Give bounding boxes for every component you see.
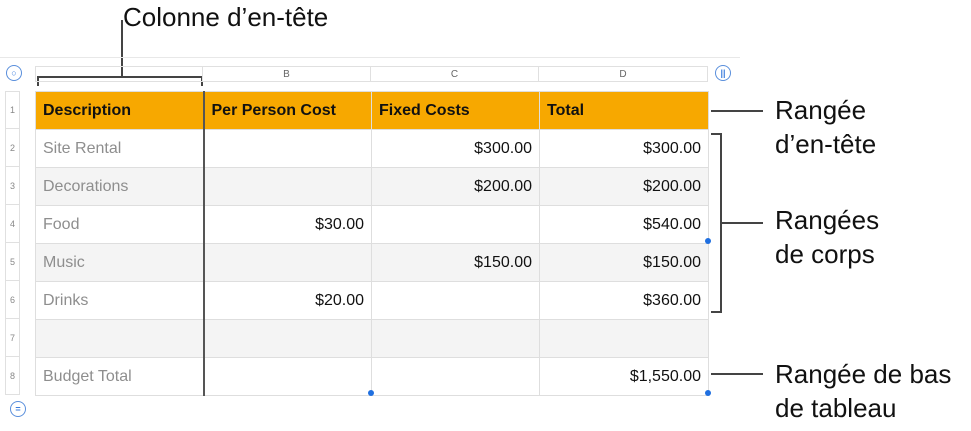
callout-footer-row-line1: Rangée de bas (775, 359, 952, 389)
select-table-button[interactable]: ○ (6, 65, 22, 81)
table-cell[interactable]: $300.00 (539, 129, 709, 168)
body-bracket-top (711, 133, 722, 135)
table-row: Drinks $20.00 $360.00 (35, 281, 709, 320)
callout-header-row-line1: Rangée (775, 95, 867, 125)
footer-cell[interactable] (371, 357, 540, 396)
add-column-icon: || (720, 67, 726, 78)
column-letter-d[interactable]: D (539, 66, 708, 82)
table-cell[interactable]: $300.00 (371, 129, 540, 168)
callout-header-row-line (711, 110, 763, 112)
resize-handle-bottom[interactable] (368, 390, 374, 396)
table-cell[interactable]: Music (35, 243, 205, 282)
budget-table: Description Per Person Cost Fixed Costs … (35, 91, 709, 396)
header-cell-description[interactable]: Description (35, 91, 205, 130)
table-cell[interactable]: Site Rental (35, 129, 205, 168)
callout-header-column: Colonne d’en-tête (123, 2, 329, 32)
header-cell-per-person-cost[interactable]: Per Person Cost (203, 91, 372, 130)
header-cell-fixed-costs[interactable]: Fixed Costs (371, 91, 540, 130)
resize-handle-corner[interactable] (705, 390, 711, 396)
row-number[interactable]: 6 (5, 281, 20, 319)
table-cell[interactable] (371, 319, 540, 358)
row-header-bar: 1 2 3 4 5 6 7 8 (5, 91, 20, 395)
body-bracket-bottom (711, 311, 722, 313)
column-header-bar: B C D (35, 66, 708, 82)
add-row-button[interactable]: = (10, 401, 26, 417)
table-row (35, 319, 709, 358)
footer-cell[interactable] (203, 357, 372, 396)
table-cell[interactable] (371, 281, 540, 320)
table-row: Music $150.00 $150.00 (35, 243, 709, 282)
table-cell[interactable] (539, 319, 709, 358)
footer-cell[interactable]: Budget Total (35, 357, 205, 396)
callout-body-rows-line1: Rangées (775, 205, 880, 235)
callout-footer-row-line (711, 373, 763, 375)
select-table-icon: ○ (11, 67, 17, 78)
add-row-icon: = (15, 403, 21, 414)
column-letter-c[interactable]: C (371, 66, 539, 82)
table-cell[interactable]: Food (35, 205, 205, 244)
add-column-button[interactable]: || (715, 65, 731, 81)
table-cell[interactable] (35, 319, 205, 358)
table-cell[interactable] (203, 319, 372, 358)
callout-footer-row-line2: de tableau (775, 393, 897, 423)
row-number[interactable]: 5 (5, 243, 20, 281)
table-cell[interactable]: Decorations (35, 167, 205, 206)
table-row: Food $30.00 $540.00 (35, 205, 709, 244)
footer-cell[interactable]: $1,550.00 (539, 357, 709, 396)
callout-body-rows-line2: de corps (775, 239, 875, 269)
table-cell[interactable]: $30.00 (203, 205, 372, 244)
resize-handle-right[interactable] (705, 238, 711, 244)
table-cell[interactable]: Drinks (35, 281, 205, 320)
table-cell[interactable] (203, 129, 372, 168)
table-cell[interactable] (371, 205, 540, 244)
table-row: Decorations $200.00 $200.00 (35, 167, 709, 206)
table-cell[interactable] (203, 167, 372, 206)
header-row: Description Per Person Cost Fixed Costs … (35, 91, 709, 130)
row-number[interactable]: 4 (5, 205, 20, 243)
table-cell[interactable]: $20.00 (203, 281, 372, 320)
table-cell[interactable] (203, 243, 372, 282)
callout-body-rows-line (722, 222, 763, 224)
row-number[interactable]: 7 (5, 319, 20, 357)
header-cell-total[interactable]: Total (539, 91, 709, 130)
table-cell[interactable]: $360.00 (539, 281, 709, 320)
table-cell[interactable]: $540.00 (539, 205, 709, 244)
table-row: Site Rental $300.00 $300.00 (35, 129, 709, 168)
table-cell[interactable]: $150.00 (371, 243, 540, 282)
callout-header-row-line2: d’en-tête (775, 129, 877, 159)
row-number[interactable]: 1 (5, 91, 20, 129)
row-number[interactable]: 3 (5, 167, 20, 205)
table-cell[interactable]: $150.00 (539, 243, 709, 282)
sheet-top-divider (0, 57, 740, 58)
row-number[interactable]: 8 (5, 357, 20, 395)
table-cell[interactable]: $200.00 (371, 167, 540, 206)
column-letter-b[interactable]: B (203, 66, 371, 82)
table-cell[interactable]: $200.00 (539, 167, 709, 206)
column-letter-a[interactable] (35, 66, 203, 82)
row-number[interactable]: 2 (5, 129, 20, 167)
